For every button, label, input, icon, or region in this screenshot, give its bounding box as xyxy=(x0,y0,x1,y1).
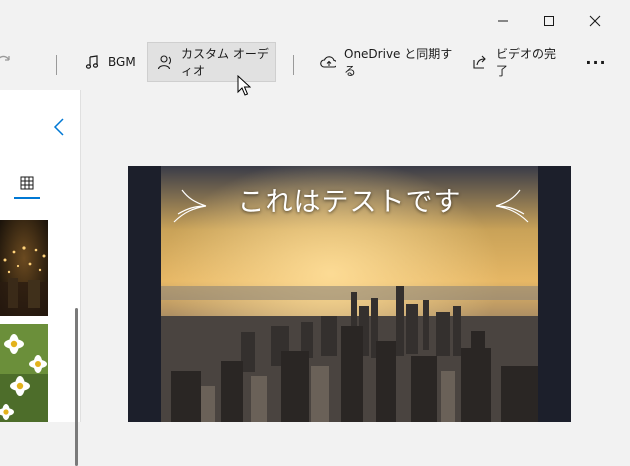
custom-audio-button[interactable]: カスタム オーディオ xyxy=(147,42,276,82)
maximize-icon xyxy=(544,16,554,26)
music-note-icon xyxy=(84,54,100,70)
media-library-panel xyxy=(0,90,81,466)
bgm-label: BGM xyxy=(108,55,136,69)
share-export-icon xyxy=(472,54,488,70)
audio-person-icon xyxy=(157,54,173,70)
grid-view-tab[interactable] xyxy=(14,172,40,200)
close-button[interactable] xyxy=(572,6,618,36)
grid-view-icon xyxy=(20,176,34,190)
title-bar xyxy=(0,0,630,38)
redo-button[interactable] xyxy=(0,42,16,82)
finish-video-button[interactable]: ビデオの完了 xyxy=(472,42,564,82)
more-options-label: ··· xyxy=(585,52,607,72)
maximize-button[interactable] xyxy=(526,6,572,36)
minimize-button[interactable] xyxy=(480,6,526,36)
bgm-button[interactable]: BGM xyxy=(80,42,146,82)
close-icon xyxy=(589,15,601,27)
onedrive-label: OneDrive と同期する xyxy=(344,47,453,78)
redo-icon xyxy=(0,55,10,61)
finish-video-label: ビデオの完了 xyxy=(496,47,557,78)
chevron-left-icon[interactable] xyxy=(53,118,65,136)
tab-underline xyxy=(14,197,40,199)
mouse-cursor-icon xyxy=(237,75,251,96)
toolbar-separator xyxy=(56,55,57,75)
panel-scrollbar[interactable] xyxy=(75,308,78,466)
toolbar-separator-2 xyxy=(293,55,294,75)
custom-audio-label: カスタム オーディオ xyxy=(181,47,269,78)
media-thumbnail-daisies[interactable] xyxy=(0,324,48,422)
media-thumbnail-night-market[interactable] xyxy=(0,220,48,316)
minimize-icon xyxy=(498,20,508,22)
onedrive-sync-button[interactable]: OneDrive と同期する xyxy=(320,42,454,82)
preview-caption: これはテストです xyxy=(237,187,462,218)
cloud-upload-icon xyxy=(320,54,336,70)
video-preview: これはテストです xyxy=(128,166,571,422)
more-options-button[interactable]: ··· xyxy=(582,42,610,82)
